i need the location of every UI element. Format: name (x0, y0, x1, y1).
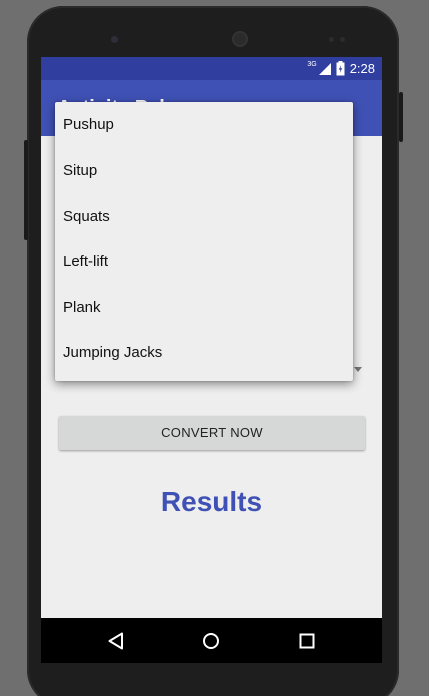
recents-square-icon[interactable] (297, 631, 317, 651)
home-circle-icon[interactable] (201, 631, 221, 651)
dropdown-item-plank[interactable]: Plank (55, 285, 353, 331)
device-screen: 3G 2:28 Activity Pal CONVERT NOW Results (41, 57, 382, 663)
status-icons: 3G 2:28 (307, 60, 375, 77)
proximity-sensor (329, 37, 334, 42)
convert-now-button[interactable]: CONVERT NOW (59, 416, 365, 450)
battery-icon (336, 61, 345, 76)
dropdown-item-pushup[interactable]: Pushup (55, 102, 353, 148)
volume-button (24, 140, 28, 240)
dropdown-item-left-lift[interactable]: Left-lift (55, 239, 353, 285)
results-heading: Results (160, 486, 263, 517)
light-sensor (340, 37, 345, 42)
front-camera (111, 36, 118, 43)
status-bar: 3G 2:28 (41, 57, 382, 80)
network-type: 3G (307, 61, 317, 68)
earpiece-speaker (232, 31, 248, 47)
dropdown-item-jumping-jacks[interactable]: Jumping Jacks (55, 330, 353, 376)
back-triangle-icon[interactable] (107, 631, 127, 651)
power-button (399, 92, 403, 142)
activity-dropdown-menu: Pushup Situp Squats Left-lift Plank Jump… (55, 102, 353, 381)
dropdown-item-squats[interactable]: Squats (55, 194, 353, 240)
signal-icon (318, 62, 331, 75)
spinner-dropdown-arrow-icon[interactable] (354, 367, 362, 372)
emulator-stage: 3G 2:28 Activity Pal CONVERT NOW Results (0, 0, 429, 696)
dropdown-item-situp[interactable]: Situp (55, 148, 353, 194)
clock: 2:28 (349, 61, 375, 76)
navigation-bar (41, 618, 382, 663)
